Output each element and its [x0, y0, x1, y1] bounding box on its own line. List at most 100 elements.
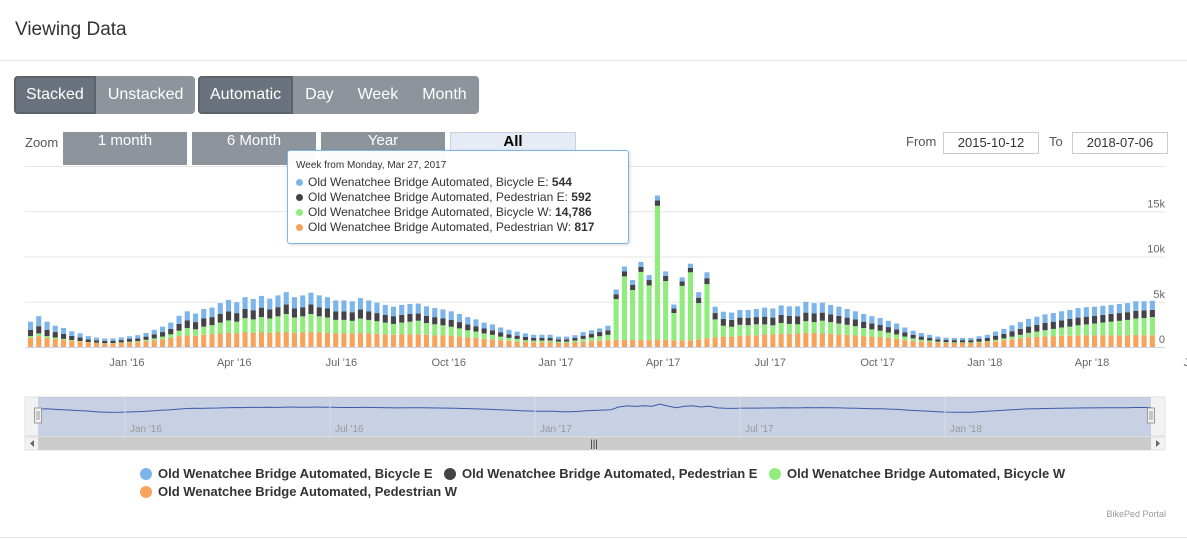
x-tick-label: Apr '17 — [646, 357, 681, 369]
bar-segment — [696, 292, 702, 298]
bar-segment — [943, 339, 949, 343]
zoom-1-month-button[interactable]: 1 month — [63, 132, 187, 165]
bar-segment — [1108, 321, 1114, 336]
bar-segment — [696, 303, 702, 340]
navigator-right-handle[interactable] — [1147, 407, 1155, 424]
bar-segment — [324, 333, 330, 347]
bar-segment — [605, 340, 611, 347]
bar-segment — [415, 303, 421, 314]
bar-segment — [349, 301, 355, 313]
bar-segment — [531, 340, 537, 343]
bar-segment — [828, 333, 834, 347]
x-tick-label: Jan '16 — [109, 357, 144, 369]
to-date-input[interactable]: 2018-07-06 — [1072, 132, 1168, 154]
bar-segment — [844, 324, 850, 335]
bar-segment — [110, 343, 116, 347]
bar-segment — [473, 319, 479, 327]
bar-segment — [646, 275, 652, 281]
bar-segment — [374, 333, 380, 347]
bar-segment — [597, 332, 603, 337]
bar-segment — [687, 340, 693, 347]
bar-segment — [275, 295, 281, 308]
bar-segment — [168, 334, 174, 338]
navigator-left-handle[interactable] — [34, 407, 42, 424]
bar-segment — [366, 333, 372, 347]
bar-segment — [1075, 335, 1081, 347]
bar-segment — [357, 309, 363, 319]
bar-segment — [960, 337, 966, 341]
bar-segment — [226, 333, 232, 347]
bar-segment — [679, 285, 685, 341]
bar-segment — [720, 311, 726, 319]
bar-segment — [308, 292, 314, 305]
bar-segment — [918, 336, 924, 340]
bar-segment — [1092, 315, 1098, 324]
bar-segment — [209, 307, 215, 318]
bar-segment — [679, 277, 685, 282]
bar-segment — [514, 338, 520, 342]
bar-segment — [333, 311, 339, 320]
bar-segment — [522, 340, 528, 342]
legend-label: Old Wenatchee Bridge Automated, Pedestri… — [158, 484, 458, 499]
bar-segment — [836, 315, 842, 324]
bar-segment — [374, 302, 380, 314]
bar-segment — [1050, 328, 1056, 337]
bar-segment — [44, 336, 50, 338]
legend-item-bicycle-w[interactable]: Old Wenatchee Bridge Automated, Bicycle … — [769, 466, 1065, 481]
bar-segment — [1100, 322, 1106, 336]
bar-segment — [564, 342, 570, 347]
bar-segment — [877, 324, 883, 331]
bar-segment — [522, 337, 528, 341]
bar-segment — [193, 329, 199, 336]
bar-segment — [984, 334, 990, 338]
bar-segment — [770, 317, 776, 326]
bar-segment — [679, 281, 685, 286]
bar-segment — [349, 333, 355, 347]
pedestrian-w-dot-icon — [296, 224, 303, 232]
bar-segment — [1042, 323, 1048, 331]
bar-segment — [52, 332, 58, 338]
bar-segment — [465, 337, 471, 347]
bar-segment — [341, 319, 347, 334]
bar-segment — [506, 334, 512, 338]
bar-segment — [902, 336, 908, 341]
bar-segment — [399, 322, 405, 335]
tooltip-row: Old Wenatchee Bridge Automated, Pedestri… — [296, 220, 594, 234]
bar-segment — [407, 304, 413, 314]
bar-segment — [555, 336, 561, 340]
bar-segment — [819, 302, 825, 313]
bar-segment — [440, 309, 446, 319]
bar-segment — [960, 340, 966, 343]
bar-segment — [1026, 333, 1032, 338]
bar-segment — [902, 340, 908, 347]
bar-segment — [819, 333, 825, 347]
bar-segment — [960, 342, 966, 343]
bar-segment — [877, 337, 883, 347]
bar-segment — [951, 342, 957, 347]
bar-segment — [506, 340, 512, 347]
bar-segment — [382, 304, 388, 315]
legend-item-pedestrian-w[interactable]: Old Wenatchee Bridge Automated, Pedestri… — [140, 484, 457, 499]
from-date-input[interactable]: 2015-10-12 — [943, 132, 1039, 154]
bar-segment — [201, 309, 207, 319]
bar-segment — [1092, 323, 1098, 336]
bar-segment — [407, 334, 413, 347]
bar-segment — [753, 317, 759, 325]
bar-segment — [308, 314, 314, 333]
bar-segment — [704, 278, 710, 285]
bar-segment — [531, 337, 537, 341]
bar-segment — [85, 336, 91, 340]
bar-segment — [275, 307, 281, 317]
legend-item-pedestrian-e[interactable]: Old Wenatchee Bridge Automated, Pedestri… — [444, 466, 757, 481]
bar-segment — [522, 333, 528, 337]
bar-segment — [498, 332, 504, 337]
bar-segment — [844, 334, 850, 347]
bar-segment — [36, 333, 42, 337]
bar-segment — [226, 299, 232, 312]
bar-segment — [160, 339, 166, 347]
bar-segment — [704, 272, 710, 279]
bar-segment — [976, 342, 982, 347]
legend-label: Old Wenatchee Bridge Automated, Pedestri… — [462, 466, 758, 481]
bar-segment — [654, 195, 660, 201]
legend-item-bicycle-e[interactable]: Old Wenatchee Bridge Automated, Bicycle … — [140, 466, 433, 481]
